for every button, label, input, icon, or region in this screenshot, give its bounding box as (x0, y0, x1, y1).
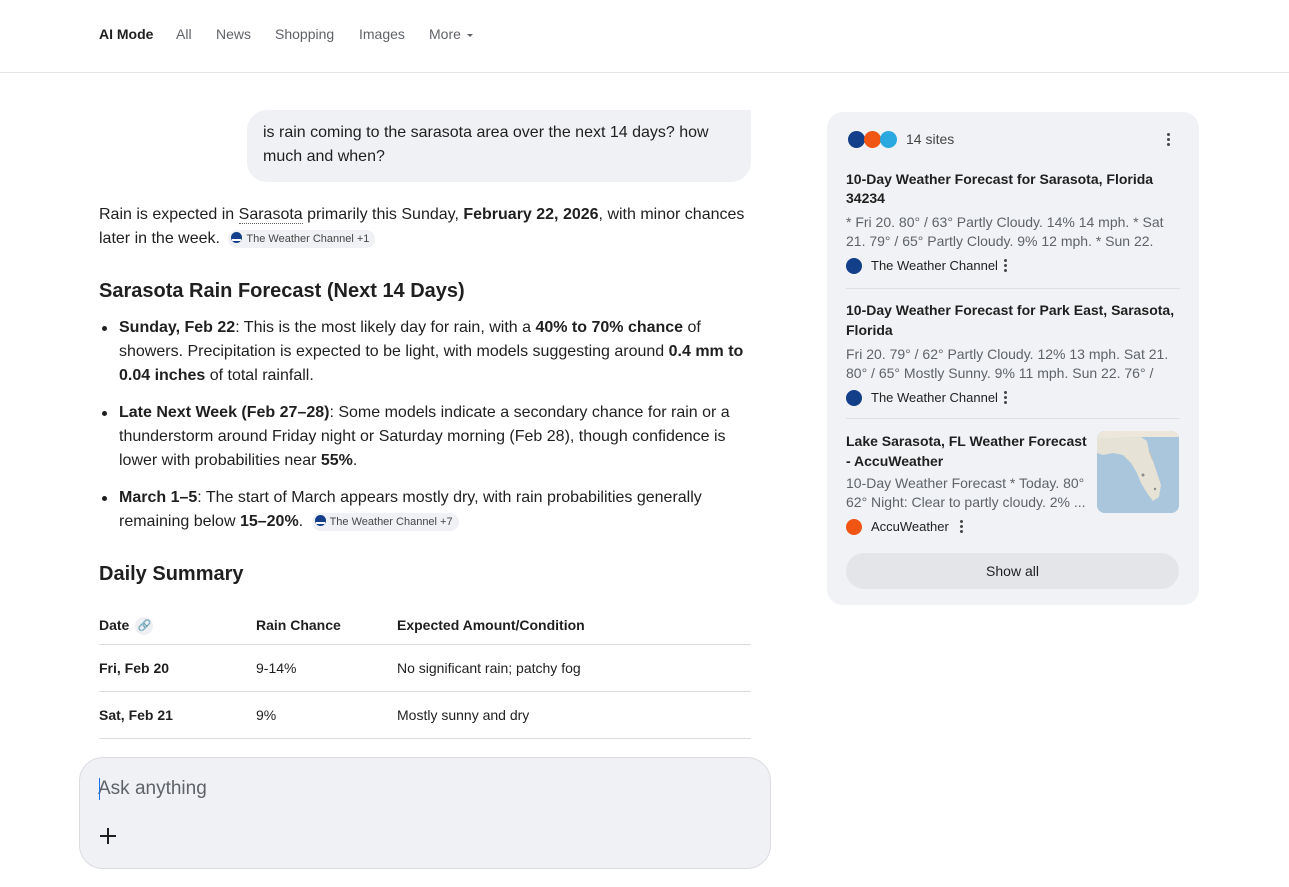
tab-shopping[interactable]: Shopping (275, 25, 334, 43)
more-options-icon[interactable] (1004, 259, 1008, 273)
tab-news[interactable]: News (216, 25, 251, 43)
tab-ai-mode[interactable]: AI Mode (99, 25, 153, 43)
weather-channel-icon (314, 515, 326, 527)
source-title: 10-Day Weather Forecast for Sarasota, Fl… (846, 171, 1154, 206)
tab-all[interactable]: All (176, 25, 192, 43)
source-item[interactable]: 10-Day Weather Forecast for Park East, S… (846, 300, 1180, 407)
tab-more-label: More (429, 26, 461, 42)
forecast-list: Sunday, Feb 22: This is the most likely … (99, 316, 751, 534)
caret-down-icon (466, 33, 473, 37)
more-options-icon[interactable] (1004, 391, 1008, 405)
ai-answer: Rain is expected in Sarasota primarily t… (99, 203, 751, 786)
sources-header: 14 sites (846, 129, 1181, 151)
tab-more[interactable]: More (429, 25, 473, 43)
accuweather-icon (864, 131, 881, 148)
source-snippet: 10-Day Weather Forecast * Today. 80° 62°… (846, 475, 1086, 510)
bullet-text: . (298, 513, 304, 530)
weather-cloud-icon (880, 131, 897, 148)
map-thumbnail[interactable] (1097, 431, 1179, 513)
source-item[interactable]: 10-Day Weather Forecast for Sarasota, Fl… (846, 170, 1180, 275)
table-cell: Sat, Feb 21 (99, 691, 256, 739)
sources-count: 14 sites (906, 131, 955, 147)
intro-text: Rain is expected in (99, 206, 239, 223)
summary-heading: Daily Summary (99, 563, 244, 585)
column-header: Rain Chance (256, 606, 397, 645)
source-title: 10-Day Weather Forecast for Park East, S… (846, 302, 1175, 338)
table-cell: No significant rain; patchy fog (397, 644, 751, 692)
more-options-icon[interactable] (960, 520, 964, 534)
weather-channel-icon (231, 232, 243, 244)
user-query-bubble: is rain coming to the sarasota area over… (247, 110, 751, 182)
more-options-icon[interactable] (1167, 133, 1171, 147)
bullet-text: of total rainfall. (205, 367, 314, 384)
add-plus-icon[interactable] (96, 824, 120, 848)
source-site: AccuWeather (846, 518, 1091, 536)
bullet-emphasis: 40% to 70% chance (535, 319, 684, 336)
source-chip[interactable]: The Weather Channel +7 (311, 512, 459, 531)
florida-map-image (1097, 431, 1179, 513)
bullet-lead: March 1–5 (119, 489, 198, 506)
column-header: Date 🔗 (99, 606, 256, 645)
source-site: The Weather Channel (846, 389, 1180, 407)
source-name: The Weather Channel (871, 258, 998, 273)
ask-box (79, 757, 771, 869)
source-name: The Weather Channel (871, 390, 998, 405)
bullet-text: . (352, 452, 358, 469)
weather-channel-icon (848, 131, 865, 148)
bullet-emphasis: 55% (320, 452, 353, 469)
table-cell: Fri, Feb 20 (99, 644, 256, 692)
accuweather-icon (846, 519, 862, 535)
source-title: Lake Sarasota, FL Weather Forecast - Acc… (846, 433, 1087, 469)
source-chip-label: The Weather Channel +7 (329, 515, 453, 528)
link-icon[interactable]: 🔗 (135, 617, 154, 636)
show-all-button[interactable]: Show all (846, 553, 1179, 589)
table-row: Sat, Feb 21 9% Mostly sunny and dry (99, 691, 751, 739)
weather-channel-icon (846, 258, 862, 274)
bullet-lead: Late Next Week (Feb 27–28) (119, 404, 330, 421)
list-item: Late Next Week (Feb 27–28): Some models … (99, 401, 751, 473)
intro-text: primarily this Sunday, (302, 206, 464, 223)
intro-date: February 22, 2026 (463, 206, 599, 223)
ask-input[interactable] (98, 778, 738, 800)
source-site: The Weather Channel (846, 257, 1180, 275)
source-item[interactable]: Lake Sarasota, FL Weather Forecast - Acc… (846, 431, 1091, 536)
answer-intro: Rain is expected in Sarasota primarily t… (99, 203, 751, 251)
top-nav: AI Mode All News Shopping Images More (0, 0, 1289, 73)
bullet-emphasis: 15–20% (239, 513, 299, 530)
source-snippet: * Fri 20. 80° / 63° Partly Cloudy. 14% 1… (846, 214, 1164, 249)
table-header-row: Date 🔗 Rain Chance Expected Amount/Condit… (99, 606, 751, 645)
source-chip-label: The Weather Channel +1 (246, 232, 370, 245)
source-name: AccuWeather (871, 519, 949, 534)
place-link[interactable]: Sarasota (238, 206, 303, 224)
table-cell: 9% (256, 691, 397, 739)
column-header-label: Date (99, 616, 130, 633)
tab-images[interactable]: Images (359, 25, 405, 43)
source-chip[interactable]: The Weather Channel +1 (228, 229, 376, 248)
bullet-text: : This is the most likely day for rain, … (235, 319, 536, 336)
table-row: Fri, Feb 20 9-14% No significant rain; p… (99, 644, 751, 692)
list-item: Sunday, Feb 22: This is the most likely … (99, 316, 751, 388)
weather-channel-icon (846, 390, 862, 406)
column-header: Expected Amount/Condition (397, 606, 751, 645)
text-cursor (99, 778, 100, 800)
table-cell: 9-14% (256, 644, 397, 692)
forecast-heading: Sarasota Rain Forecast (Next 14 Days) (99, 280, 465, 302)
list-item: March 1–5: The start of March appears mo… (99, 486, 751, 534)
bullet-lead: Sunday, Feb 22 (119, 319, 236, 336)
source-snippet: Fri 20. 79° / 62° Partly Cloudy. 12% 13 … (846, 346, 1169, 381)
divider (846, 288, 1180, 289)
sources-panel: 14 sites 10-Day Weather Forecast for Sar… (827, 112, 1199, 605)
table-cell: Mostly sunny and dry (397, 691, 751, 739)
divider (846, 418, 1180, 419)
